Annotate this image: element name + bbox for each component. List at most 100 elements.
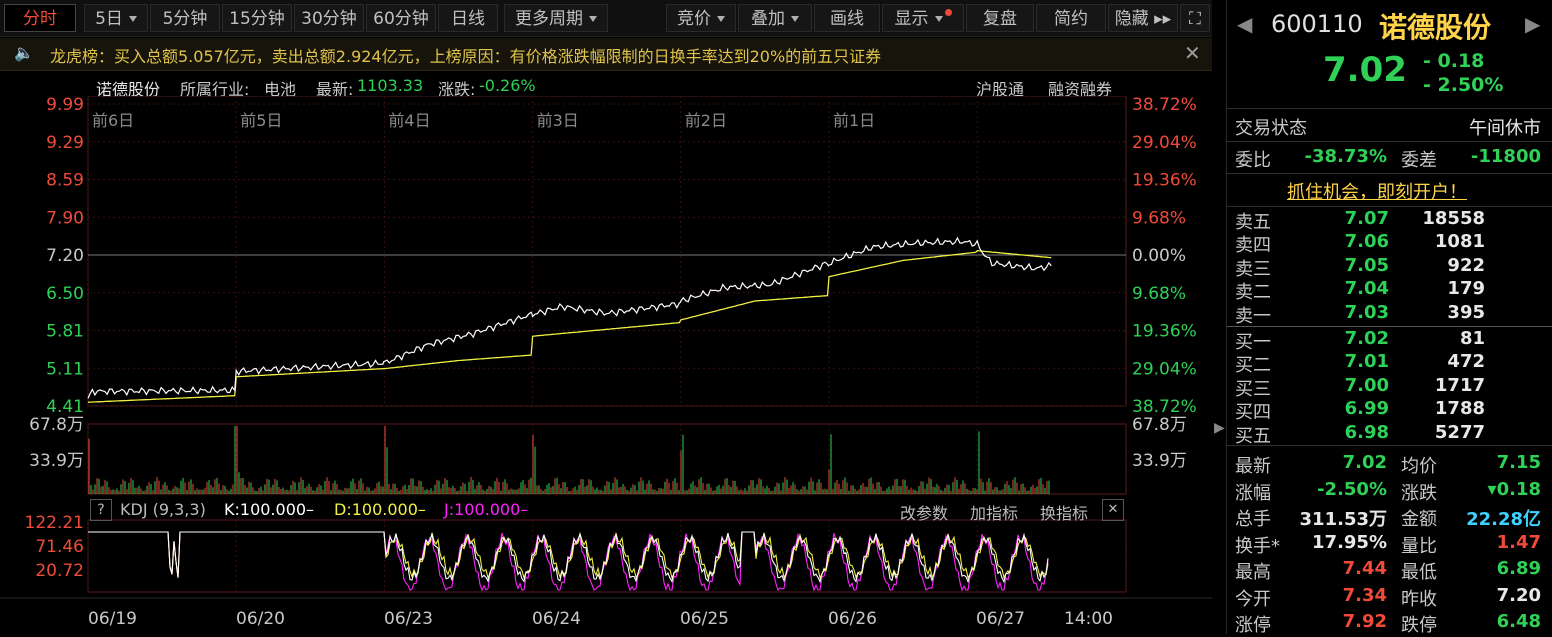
average-price-line — [87, 250, 1052, 403]
bid-label: 买五 — [1235, 425, 1271, 447]
kdj-name[interactable]: KDJ (9,3,3) — [120, 500, 206, 519]
order-ratio-label: 委比 — [1235, 150, 1271, 171]
price-change: - 0.18 — [1423, 50, 1485, 72]
bid-price: 7.01 — [1344, 351, 1389, 373]
close-indicator-icon[interactable]: ✕ — [1102, 499, 1124, 521]
dragon-tiger-notice: 🔈 龙虎榜：买入总额5.057亿元，卖出总额2.924亿元，上榜原因：有价格涨跌… — [0, 38, 1212, 71]
stat-label: 跌停 — [1401, 615, 1437, 636]
tool-button-6[interactable]: 简约 — [1036, 4, 1106, 32]
help-icon[interactable]: ? — [90, 499, 112, 521]
chevron-down-icon — [128, 16, 137, 22]
tool-button-5[interactable]: 复盘 — [966, 4, 1034, 32]
chevron-down-icon — [934, 16, 943, 22]
tool-button-1[interactable]: 竞价 — [666, 4, 736, 32]
prev-stock-icon[interactable]: ◀ — [1237, 12, 1252, 36]
fullscreen-icon[interactable]: ⛶ — [1180, 4, 1210, 32]
tool-button-4[interactable]: 显示 — [882, 4, 964, 32]
period-tab-bar: 分时 5日 5分钟 15分钟 30分钟 60分钟 日线 更多周期 竞价 叠加 画线 显示 复盘 简约 隐藏 … — [0, 0, 1212, 37]
stat-label: 最新 — [1235, 456, 1271, 477]
tab-3[interactable]: 5分钟 — [150, 4, 220, 32]
stat-value: 7.15 — [1496, 452, 1541, 473]
tool-button-7[interactable]: 隐藏 ▸▸ — [1108, 4, 1178, 32]
price-line — [87, 236, 1052, 399]
bid-volume: 81 — [1459, 328, 1485, 349]
price-frame — [87, 96, 1127, 407]
stat-label: 金额 — [1401, 509, 1437, 530]
open-account-link[interactable]: 抓住机会，即刻开户！ — [1287, 178, 1467, 204]
price-change-pct: - 2.50% — [1423, 74, 1504, 96]
add-indicator-button[interactable]: 加指标 — [970, 500, 1018, 524]
stock-code: 600110 — [1271, 10, 1363, 38]
ask-price: 7.04 — [1344, 278, 1389, 300]
tab-7[interactable]: 日线 — [438, 4, 498, 32]
intraday-5day-chart[interactable]: 9.99 38.72% 9.29 29.04% 8.59 19.36% 7.90 9.68% 7… — [0, 96, 1212, 634]
close-icon[interactable]: ✕ — [1184, 41, 1201, 65]
price-tick: 6.50 — [46, 284, 84, 304]
pct-tick: 29.04% — [1132, 133, 1197, 153]
pct-tick: 29.04% — [1132, 359, 1197, 379]
ask-volume: 395 — [1447, 301, 1485, 323]
bid-price: 6.99 — [1344, 398, 1389, 420]
ask-label: 卖三 — [1235, 258, 1271, 280]
industry-change: -0.26% — [479, 76, 536, 95]
bid-volume: 472 — [1447, 351, 1485, 373]
bid-label: 买四 — [1235, 402, 1271, 424]
chevron-down-icon — [589, 16, 597, 22]
day-label: 前5日 — [240, 111, 282, 130]
volume-tick: 67.8万 — [1132, 415, 1187, 435]
kdj-j-value: J:100.000– — [444, 500, 529, 519]
next-stock-icon[interactable]: ▶ — [1525, 12, 1540, 36]
tab-2[interactable]: 5日 — [84, 4, 148, 32]
industry-latest: 1103.33 — [357, 76, 424, 95]
price-tick: 4.41 — [46, 397, 84, 417]
tab-4[interactable]: 15分钟 — [222, 4, 292, 32]
pct-tick: 19.36% — [1132, 171, 1197, 191]
speaker-icon: 🔈 — [14, 43, 34, 62]
date-label: 06/23 — [384, 609, 433, 629]
tab-8[interactable]: 更多周期 — [504, 4, 608, 32]
trade-status-value: 午间休市 — [1469, 118, 1541, 139]
day-label: 前1日 — [833, 111, 875, 130]
ask-label: 卖一 — [1235, 305, 1271, 327]
tab-5[interactable]: 30分钟 — [294, 4, 364, 32]
notice-text[interactable]: 龙虎榜：买入总额5.057亿元，卖出总额2.924亿元，上榜原因：有价格涨跌幅限… — [50, 43, 881, 67]
tab-1[interactable]: 分时 — [4, 4, 76, 32]
day-label: 前4日 — [388, 111, 430, 130]
bid-label: 买一 — [1235, 332, 1271, 353]
stat-value: 7.02 — [1342, 452, 1387, 473]
date-label: 06/24 — [532, 609, 581, 629]
switch-indicator-button[interactable]: 换指标 — [1040, 500, 1088, 524]
ask-label: 卖四 — [1235, 235, 1271, 257]
modify-params-button[interactable]: 改参数 — [900, 500, 948, 524]
stat-label: 涨停 — [1235, 615, 1271, 636]
price-tick: 7.20 — [46, 246, 84, 266]
stat-value: 7.44 — [1342, 558, 1387, 579]
ask-label: 卖二 — [1235, 282, 1271, 304]
volume-tick: 33.9万 — [29, 451, 84, 471]
day-label: 前3日 — [537, 111, 579, 130]
price-tick: 7.90 — [46, 208, 84, 228]
bid-volume: 5277 — [1434, 421, 1485, 443]
pct-tick: 38.72% — [1132, 96, 1197, 115]
pct-tick: 0.00% — [1132, 246, 1186, 266]
stat-value: 22.28亿 — [1466, 509, 1541, 530]
trade-status-label: 交易状态 — [1235, 118, 1307, 139]
date-label: 14:00 — [1064, 609, 1113, 629]
chevron-down-icon — [717, 16, 725, 22]
collapse-panel-icon[interactable]: ▶ — [1214, 420, 1225, 450]
day-label: 前2日 — [685, 111, 727, 130]
bid-volume: 1717 — [1434, 374, 1485, 396]
price-tick: 9.29 — [46, 133, 84, 153]
bid-price: 7.02 — [1344, 328, 1389, 349]
bid-label: 买二 — [1235, 355, 1271, 377]
kdj-k-value: K:100.000– — [224, 500, 315, 519]
tool-button-3[interactable]: 画线 — [814, 4, 880, 32]
tab-6[interactable]: 60分钟 — [366, 4, 436, 32]
stat-label: 昨收 — [1401, 588, 1437, 610]
kdj-d-value: D:100.000– — [334, 500, 426, 519]
kdj-tick: 20.72 — [35, 561, 84, 581]
pct-tick: 9.68% — [1132, 208, 1186, 228]
bid-volume: 1788 — [1434, 398, 1485, 420]
ask-volume: 18558 — [1422, 208, 1485, 229]
tool-button-2[interactable]: 叠加 — [738, 4, 812, 32]
